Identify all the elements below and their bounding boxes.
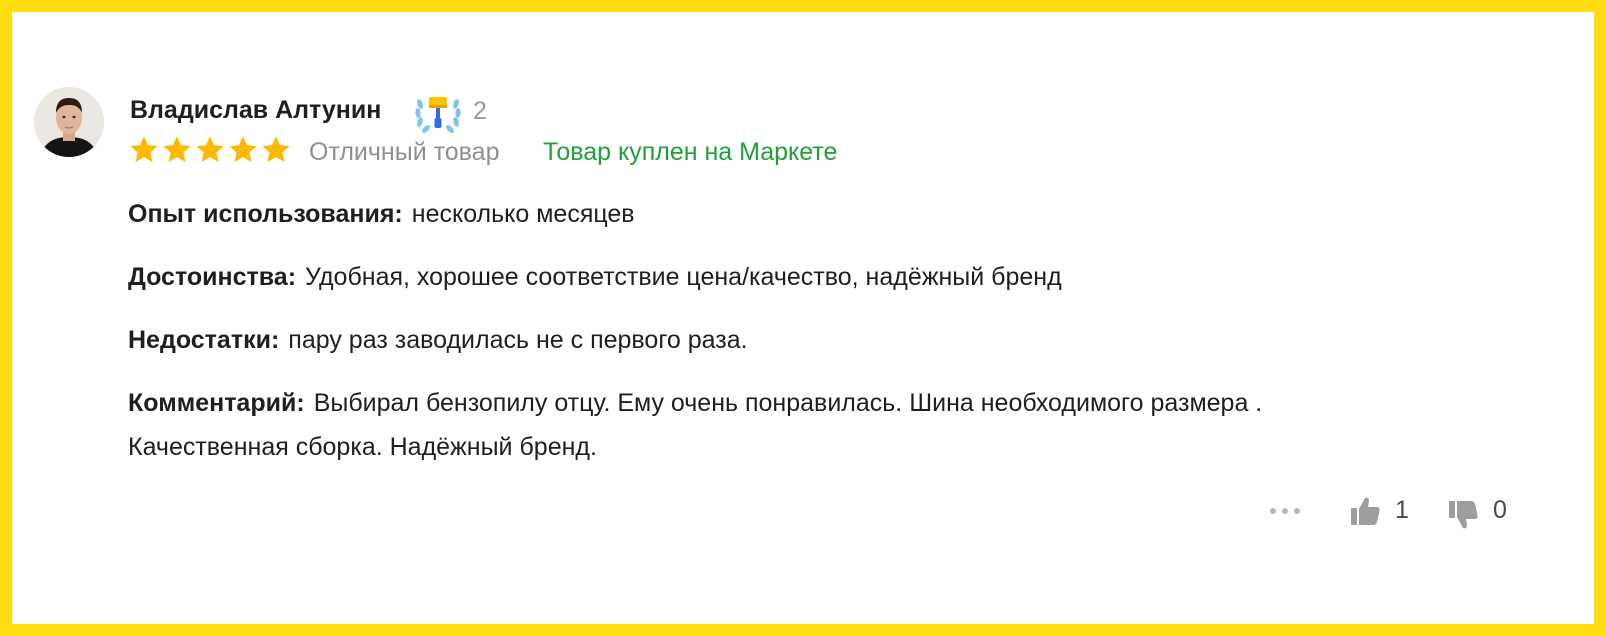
author-name[interactable]: Владислав Алтунин [130, 96, 381, 125]
review-frame: Владислав Алтунин 2 Отличный товар Товар… [12, 12, 1594, 624]
star-icon [130, 136, 158, 162]
review-actions: 1 0 [12, 490, 1594, 534]
cons-value: пару раз заводилась не с первого раза. [288, 326, 748, 354]
star-icon [262, 136, 290, 162]
like-count: 1 [1395, 496, 1409, 524]
thumb-up-icon[interactable] [1348, 494, 1382, 528]
pros-label: Достоинства: [128, 263, 297, 291]
experience-field: Опыт использования: несколько месяцев [128, 192, 635, 236]
review-card: Владислав Алтунин 2 Отличный товар Товар… [12, 12, 1594, 624]
comment-label: Комментарий: [128, 389, 305, 417]
star-icon [229, 136, 257, 162]
purchase-verified-label: Товар куплен на Маркете [543, 138, 838, 166]
avatar[interactable] [34, 87, 104, 157]
more-dots-icon[interactable] [1270, 508, 1300, 514]
paint-roller-laurel-badge-icon [412, 90, 464, 136]
badge-count: 2 [473, 97, 487, 125]
star-icon [196, 136, 224, 162]
thumb-down-icon[interactable] [1446, 498, 1480, 532]
comment-field: Комментарий: Выбирал бензопилу отцу. Ему … [128, 381, 1428, 469]
cons-field: Недостатки: пару раз заводилась не с перв… [128, 318, 748, 362]
cons-label: Недостатки: [128, 326, 280, 354]
star-icon [163, 136, 191, 162]
rating-text: Отличный товар [309, 138, 500, 166]
experience-label: Опыт использования: [128, 200, 403, 228]
experience-value: несколько месяцев [411, 200, 635, 228]
rating-stars [128, 134, 292, 166]
pros-field: Достоинства: Удобная, хорошее соответстви… [128, 255, 1062, 299]
dislike-count: 0 [1493, 496, 1507, 524]
pros-value: Удобная, хорошее соответствие цена/качес… [305, 263, 1062, 291]
